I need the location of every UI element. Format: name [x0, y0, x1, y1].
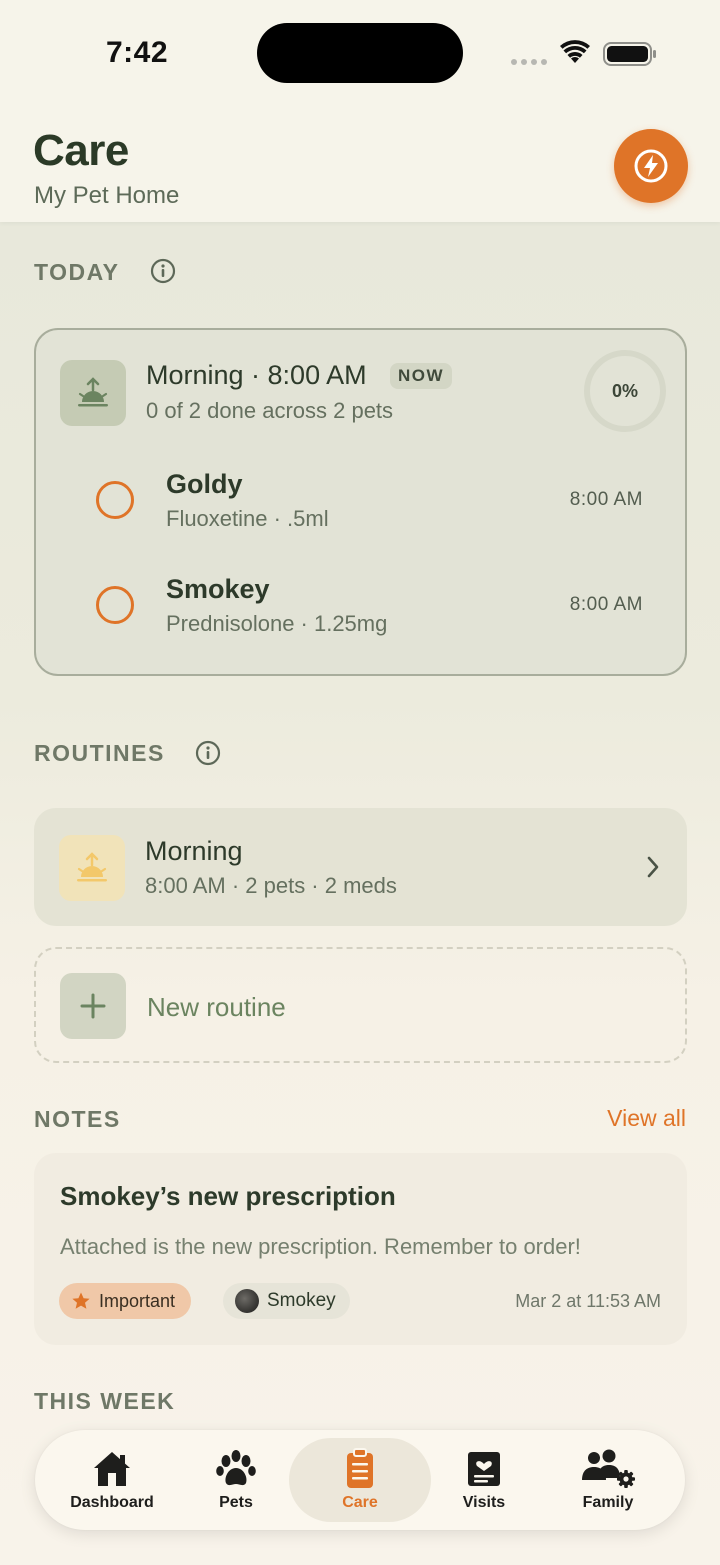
battery-icon [603, 42, 656, 66]
today-label: TODAY [34, 259, 120, 285]
lightning-icon [634, 149, 668, 183]
routine-meta: 8:00 AM · 2 pets · 2 meds [145, 873, 397, 898]
today-slot-card[interactable]: Morning · 8:00 AM NOW 0 of 2 done across… [34, 328, 687, 676]
med-row-smokey[interactable]: Smokey Prednisolone · 1.25mg 8:00 AM [36, 560, 689, 650]
signal-icon [511, 59, 547, 65]
tab-bar: Dashboard Pets Care Visits Family [35, 1430, 685, 1530]
status-time: 7:42 [106, 36, 169, 69]
this-week-label: THIS WEEK [34, 1388, 176, 1414]
chevron-right-icon [647, 856, 659, 878]
notes-label: NOTES [34, 1106, 121, 1132]
family-gear-icon [582, 1449, 635, 1488]
new-routine-label: New routine [147, 992, 286, 1022]
tab-visits[interactable]: Visits [422, 1430, 546, 1530]
routine-card-morning[interactable]: Morning 8:00 AM · 2 pets · 2 meds [34, 808, 687, 926]
tab-label: Dashboard [70, 1494, 154, 1511]
house-icon [94, 1452, 130, 1486]
tab-care[interactable]: Care [298, 1430, 422, 1530]
quick-action-button[interactable] [614, 129, 688, 203]
pet-name: Goldy [166, 469, 243, 499]
note-body: Attached is the new prescription. Rememb… [60, 1234, 581, 1259]
new-routine-button[interactable]: New routine [34, 947, 687, 1063]
status-bar: 7:42 [0, 0, 720, 100]
page-title: Care [33, 126, 129, 175]
pet-tag: Smokey [223, 1283, 350, 1319]
tab-label: Care [342, 1494, 378, 1511]
view-all-link[interactable]: View all [607, 1105, 686, 1132]
tab-family[interactable]: Family [546, 1430, 670, 1530]
chart-card-icon [468, 1452, 500, 1486]
info-icon[interactable] [150, 258, 176, 284]
med-row-goldy[interactable]: Goldy Fluoxetine · .5ml 8:00 AM [36, 455, 689, 545]
med-time: 8:00 AM [569, 489, 643, 510]
now-badge: NOW [390, 363, 453, 389]
tab-label: Pets [219, 1494, 253, 1511]
med-detail: Prednisolone · 1.25mg [166, 611, 388, 636]
sunrise-icon [78, 377, 108, 407]
note-date: Mar 2 at 11:53 AM [515, 1291, 661, 1311]
med-time: 8:00 AM [569, 594, 643, 615]
progress-text: 0% [611, 380, 638, 401]
pet-tag-label: Smokey [267, 1290, 336, 1311]
wifi-icon [560, 40, 590, 63]
routines-label: ROUTINES [34, 740, 165, 766]
routine-name: Morning [145, 836, 243, 866]
tab-label: Family [582, 1494, 634, 1511]
plus-icon [80, 993, 106, 1019]
pet-name: Smokey [166, 574, 270, 604]
info-icon[interactable] [195, 740, 221, 766]
tab-pets[interactable]: Pets [174, 1430, 298, 1530]
med-detail: Fluoxetine · .5ml [166, 506, 329, 531]
clipboard-icon [347, 1448, 373, 1488]
page-subtitle: My Pet Home [34, 182, 180, 209]
plus-icon-box [60, 973, 126, 1039]
dynamic-island [257, 23, 463, 83]
important-tag: Important [59, 1283, 192, 1319]
slot-title: Morning · 8:00 AM [146, 360, 367, 390]
sunrise-icon-box [60, 360, 126, 426]
star-icon [72, 1292, 90, 1309]
check-circle[interactable] [96, 586, 134, 624]
tab-label: Visits [462, 1494, 506, 1511]
check-circle[interactable] [96, 481, 134, 519]
paw-icon [216, 1450, 256, 1486]
status-icons [511, 40, 656, 66]
avatar [235, 1289, 259, 1313]
note-card[interactable]: Smokey’s new prescription Attached is th… [34, 1153, 687, 1345]
sunrise-icon [77, 852, 107, 882]
slot-summary: 0 of 2 done across 2 pets [146, 398, 394, 423]
tab-dashboard[interactable]: Dashboard [50, 1430, 174, 1530]
sunrise-icon-box [59, 835, 125, 901]
note-title: Smokey’s new prescription [60, 1181, 396, 1211]
tag-label: Important [99, 1290, 176, 1311]
